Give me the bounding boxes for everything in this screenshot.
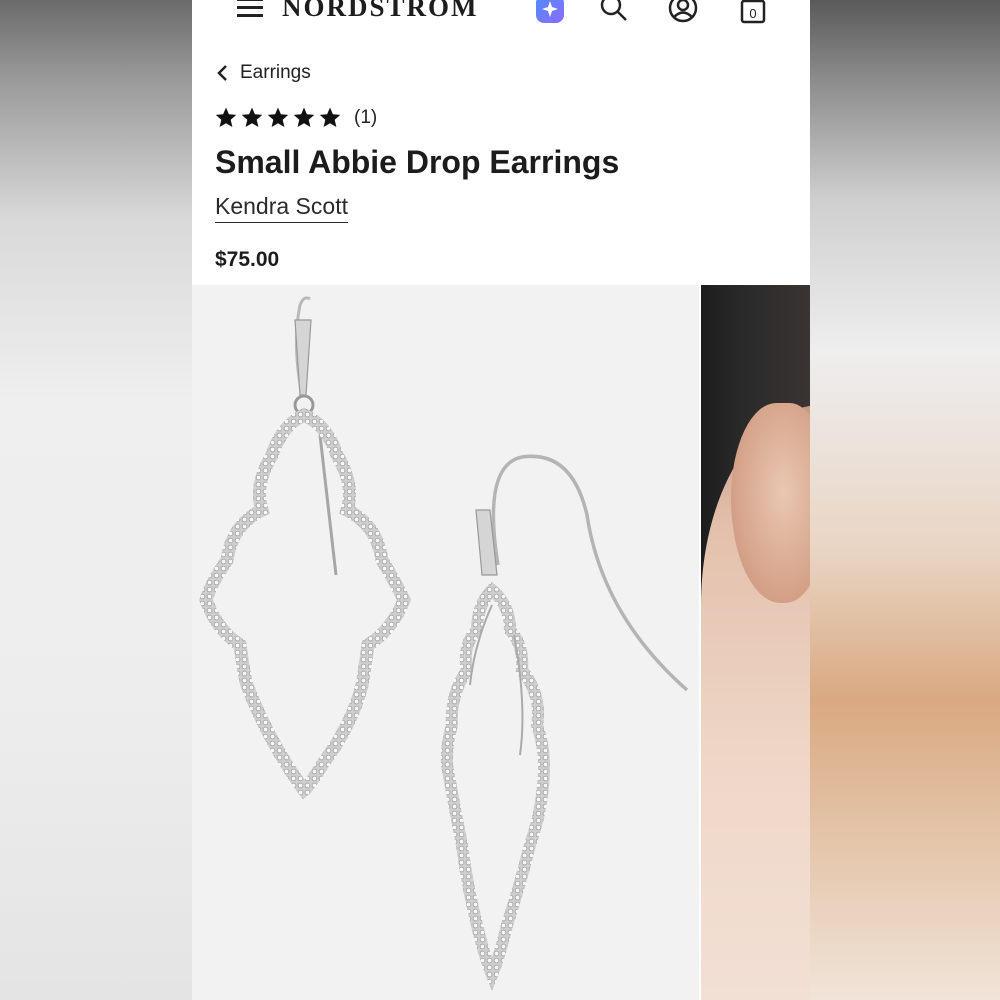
top-navigation-bar: NORDSTROM 0 — [192, 0, 810, 26]
review-count[interactable]: (1) — [354, 107, 377, 129]
product-title: Small Abbie Drop Earrings — [215, 144, 620, 180]
shopping-bag-icon[interactable]: 0 — [737, 0, 769, 24]
product-price: $75.00 — [215, 248, 280, 271]
ai-sparkle-icon[interactable] — [535, 0, 565, 24]
chevron-left-icon — [217, 65, 227, 81]
nordstrom-logo[interactable]: NORDSTROM — [282, 0, 477, 26]
account-icon[interactable] — [667, 0, 699, 24]
rating-stars — [214, 106, 342, 130]
star-icon — [293, 107, 315, 127]
product-photo-earrings[interactable] — [192, 285, 699, 1000]
blurred-backdrop-right — [810, 0, 1000, 1000]
search-icon[interactable] — [598, 0, 630, 24]
product-rating[interactable]: (1) — [214, 106, 377, 130]
breadcrumb[interactable]: Earrings — [216, 58, 311, 88]
product-photo-model[interactable] — [701, 285, 810, 1000]
star-icon — [267, 107, 289, 127]
menu-icon[interactable] — [237, 0, 263, 17]
blurred-backdrop-left — [0, 0, 192, 1000]
product-image-gallery[interactable] — [192, 285, 810, 1000]
brand-link[interactable]: Kendra Scott — [215, 193, 348, 223]
product-page: NORDSTROM 0 Earrings (1) Small Abbie Dro… — [192, 0, 810, 1000]
bag-count: 0 — [749, 6, 756, 21]
star-icon — [319, 107, 341, 127]
star-icon — [215, 107, 237, 127]
breadcrumb-label: Earrings — [240, 62, 311, 83]
star-icon — [241, 107, 263, 127]
